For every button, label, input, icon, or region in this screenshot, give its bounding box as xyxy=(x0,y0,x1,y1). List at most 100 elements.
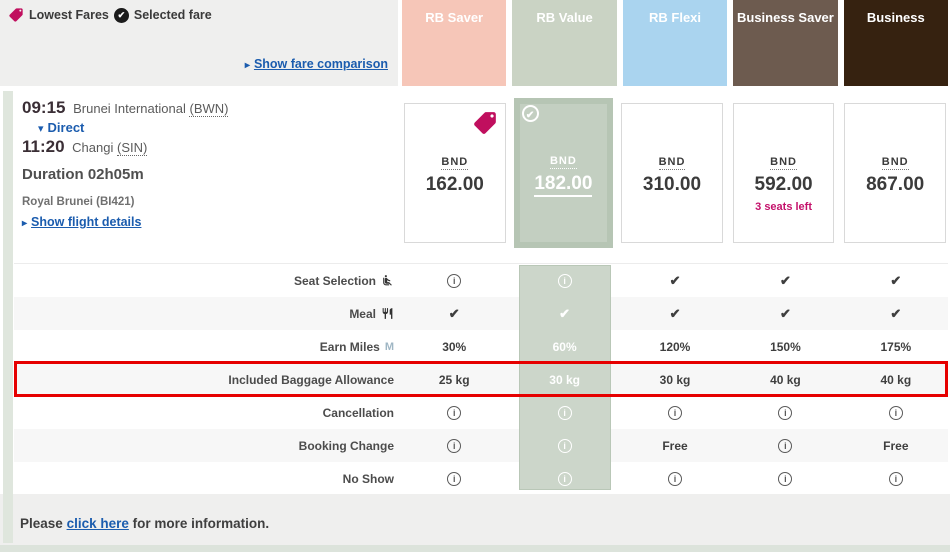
feature-value-selected: 60% xyxy=(512,330,616,363)
left-accent-bar xyxy=(3,91,13,543)
feature-value: ✔ xyxy=(623,297,727,330)
feature-value-selected: 30 kg xyxy=(512,363,616,396)
feature-label: Included Baggage Allowance xyxy=(14,373,402,387)
feature-value-selected: i xyxy=(512,429,616,462)
feature-value-selected: ✔ xyxy=(512,297,616,330)
fare-column-header-rb-saver: RB Saver xyxy=(402,0,506,86)
feature-value: 30% xyxy=(402,330,506,363)
feature-value: i xyxy=(402,429,506,462)
fare-comparison-widget: Lowest Fares ✔ Selected fare ▸Show fare … xyxy=(0,0,950,552)
arrival-time: 11:20 xyxy=(22,137,65,156)
feature-value-selected: i xyxy=(512,462,616,495)
arrival-code[interactable]: (SIN) xyxy=(117,140,147,156)
feature-value: 120% xyxy=(623,330,727,363)
feature-value: ✔ xyxy=(844,264,948,297)
feature-row-seat-selection: Seat Selection i i ✔ ✔ ✔ xyxy=(14,264,948,297)
fare-column-headers: RB Saver RB Value RB Flexi Business Save… xyxy=(402,0,948,86)
currency-label[interactable]: BND xyxy=(441,156,468,170)
miles-icon: M xyxy=(385,341,394,353)
currency-label[interactable]: BND xyxy=(550,155,577,169)
fare-card-business-saver[interactable]: BND 592.00 3 seats left xyxy=(733,103,835,243)
fare-amount: 182.00 xyxy=(514,173,614,195)
fare-card-rb-flexi[interactable]: BND 310.00 xyxy=(621,103,723,243)
fee-info-icon[interactable]: i xyxy=(889,406,903,420)
footer-band: Please click here for more information. xyxy=(0,494,950,552)
fee-info-icon[interactable]: i xyxy=(558,439,572,453)
currency-label[interactable]: BND xyxy=(770,156,797,170)
check-icon: ✔ xyxy=(670,273,681,289)
show-fare-comparison-link[interactable]: Show fare comparison xyxy=(254,57,388,71)
arrival-line: 11:20 Changi (SIN) xyxy=(22,137,392,157)
check-icon: ✔ xyxy=(890,273,901,289)
feature-value: i xyxy=(733,462,837,495)
fee-info-icon[interactable]: i xyxy=(558,472,572,486)
fare-column-header-business: Business xyxy=(844,0,948,86)
fee-info-icon[interactable]: i xyxy=(668,406,682,420)
click-here-link[interactable]: click here xyxy=(67,516,129,531)
direct-link[interactable]: Direct xyxy=(48,120,85,135)
feature-value: ✔ xyxy=(733,297,837,330)
triangle-right-icon: ▸ xyxy=(22,218,27,229)
check-icon: ✔ xyxy=(780,273,791,289)
feature-value: i xyxy=(844,462,948,495)
legend-bar: Lowest Fares ✔ Selected fare ▸Show fare … xyxy=(0,0,398,86)
feature-label: Earn Miles M xyxy=(14,340,402,354)
feature-value-selected: i xyxy=(512,396,616,429)
feature-label: Cancellation xyxy=(14,406,402,420)
feature-value: ✔ xyxy=(844,297,948,330)
feature-value: i xyxy=(623,462,727,495)
feature-value: ✔ xyxy=(402,297,506,330)
feature-value: 30 kg xyxy=(623,363,727,396)
currency-label[interactable]: BND xyxy=(882,156,909,170)
fare-amount: 592.00 xyxy=(734,174,834,196)
feature-label: No Show xyxy=(14,472,402,486)
check-icon: ✔ xyxy=(449,306,460,322)
fee-info-icon[interactable]: i xyxy=(778,472,792,486)
fee-info-icon[interactable]: i xyxy=(558,406,572,420)
fee-info-icon[interactable]: i xyxy=(778,406,792,420)
feature-row-booking-change: Booking Change i i Free i Free xyxy=(14,429,948,462)
stops-line: ▾ Direct xyxy=(38,120,392,135)
fee-info-icon[interactable]: i xyxy=(889,472,903,486)
feature-label: Seat Selection xyxy=(14,274,402,288)
lowest-fares-label: Lowest Fares xyxy=(29,8,109,22)
fare-column-header-rb-flexi: RB Flexi xyxy=(623,0,727,86)
legend: Lowest Fares ✔ Selected fare xyxy=(8,7,212,23)
feature-label: Meal xyxy=(14,307,402,321)
departure-time: 09:15 xyxy=(22,98,65,117)
departure-code[interactable]: (BWN) xyxy=(189,101,228,117)
fare-column-header-business-saver: Business Saver xyxy=(733,0,837,86)
feature-row-meal: Meal ✔ ✔ ✔ ✔ ✔ xyxy=(14,297,948,330)
fare-card-business[interactable]: BND 867.00 xyxy=(844,103,946,243)
feature-row-baggage-allowance: Included Baggage Allowance 25 kg 30 kg 3… xyxy=(14,363,948,396)
fee-info-icon[interactable]: i xyxy=(447,439,461,453)
fare-amount: 162.00 xyxy=(405,174,505,196)
feature-value: 40 kg xyxy=(844,363,948,396)
feature-value: 25 kg xyxy=(402,363,506,396)
fare-amount: 310.00 xyxy=(622,174,722,196)
feature-row-cancellation: Cancellation i i i i i xyxy=(14,396,948,429)
seat-icon xyxy=(381,274,394,287)
duration: Duration 02h05m xyxy=(22,166,392,183)
feature-value: 175% xyxy=(844,330,948,363)
show-flight-details[interactable]: ▸ Show flight details xyxy=(22,215,392,229)
feature-value: i xyxy=(733,396,837,429)
show-fare-comparison[interactable]: ▸Show fare comparison xyxy=(245,57,388,71)
feature-row-earn-miles: Earn Miles M 30% 60% 120% 150% 175% xyxy=(14,330,948,363)
fee-info-icon[interactable]: i xyxy=(778,439,792,453)
feature-value: Free xyxy=(844,429,948,462)
fee-info-icon[interactable]: i xyxy=(447,274,461,288)
fee-info-icon[interactable]: i xyxy=(668,472,682,486)
check-icon: ✔ xyxy=(670,306,681,322)
fee-info-icon[interactable]: i xyxy=(558,274,572,288)
fare-card-rb-value-selected[interactable]: ✔ BND 182.00 xyxy=(514,98,614,248)
selected-fare-label: Selected fare xyxy=(134,8,212,22)
fee-info-icon[interactable]: i xyxy=(447,472,461,486)
check-icon: ✔ xyxy=(780,306,791,322)
selected-fare-check-icon: ✔ xyxy=(114,8,129,23)
fee-info-icon[interactable]: i xyxy=(447,406,461,420)
currency-label[interactable]: BND xyxy=(659,156,686,170)
chevron-down-icon: ▾ xyxy=(38,123,44,135)
fare-card-rb-saver[interactable]: BND 162.00 xyxy=(404,103,506,243)
show-flight-details-link[interactable]: Show flight details xyxy=(31,215,141,229)
